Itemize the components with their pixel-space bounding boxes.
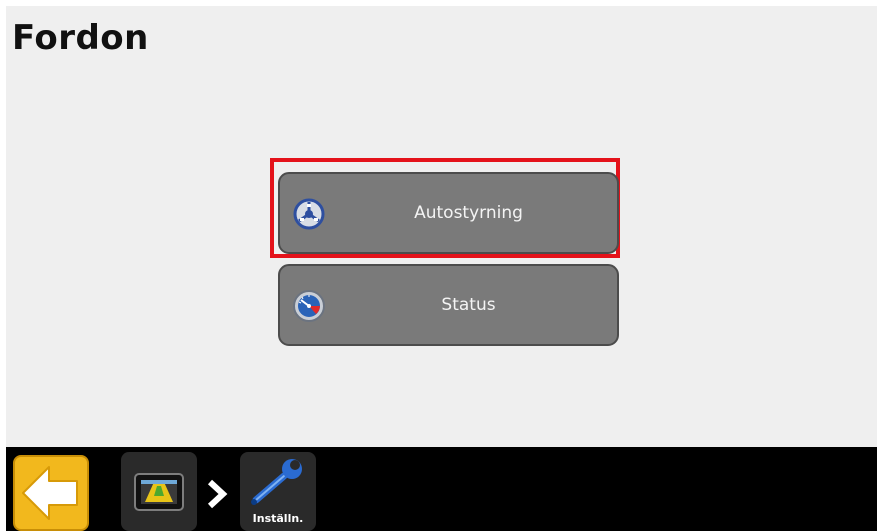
autostyrning-label: Autostyrning: [414, 203, 523, 223]
status-label: Status: [441, 295, 496, 315]
back-arrow-icon: [22, 466, 78, 520]
page-title: Fordon: [12, 18, 149, 58]
back-button[interactable]: [13, 455, 89, 531]
chevron-right-icon: [207, 479, 228, 509]
bottom-bar: Inställn.: [6, 447, 877, 531]
autostyrning-button[interactable]: Autostyrning: [278, 172, 619, 254]
breadcrumb-display[interactable]: [121, 452, 197, 531]
screen: Fordon Autostyrning Status Inställn.: [6, 6, 877, 531]
breadcrumb-settings-label: Inställn.: [252, 512, 304, 525]
status-button[interactable]: Status: [278, 264, 619, 346]
breadcrumb-settings[interactable]: Inställn.: [240, 452, 316, 531]
wrench-icon: [251, 459, 302, 505]
display-icon: [134, 473, 184, 511]
